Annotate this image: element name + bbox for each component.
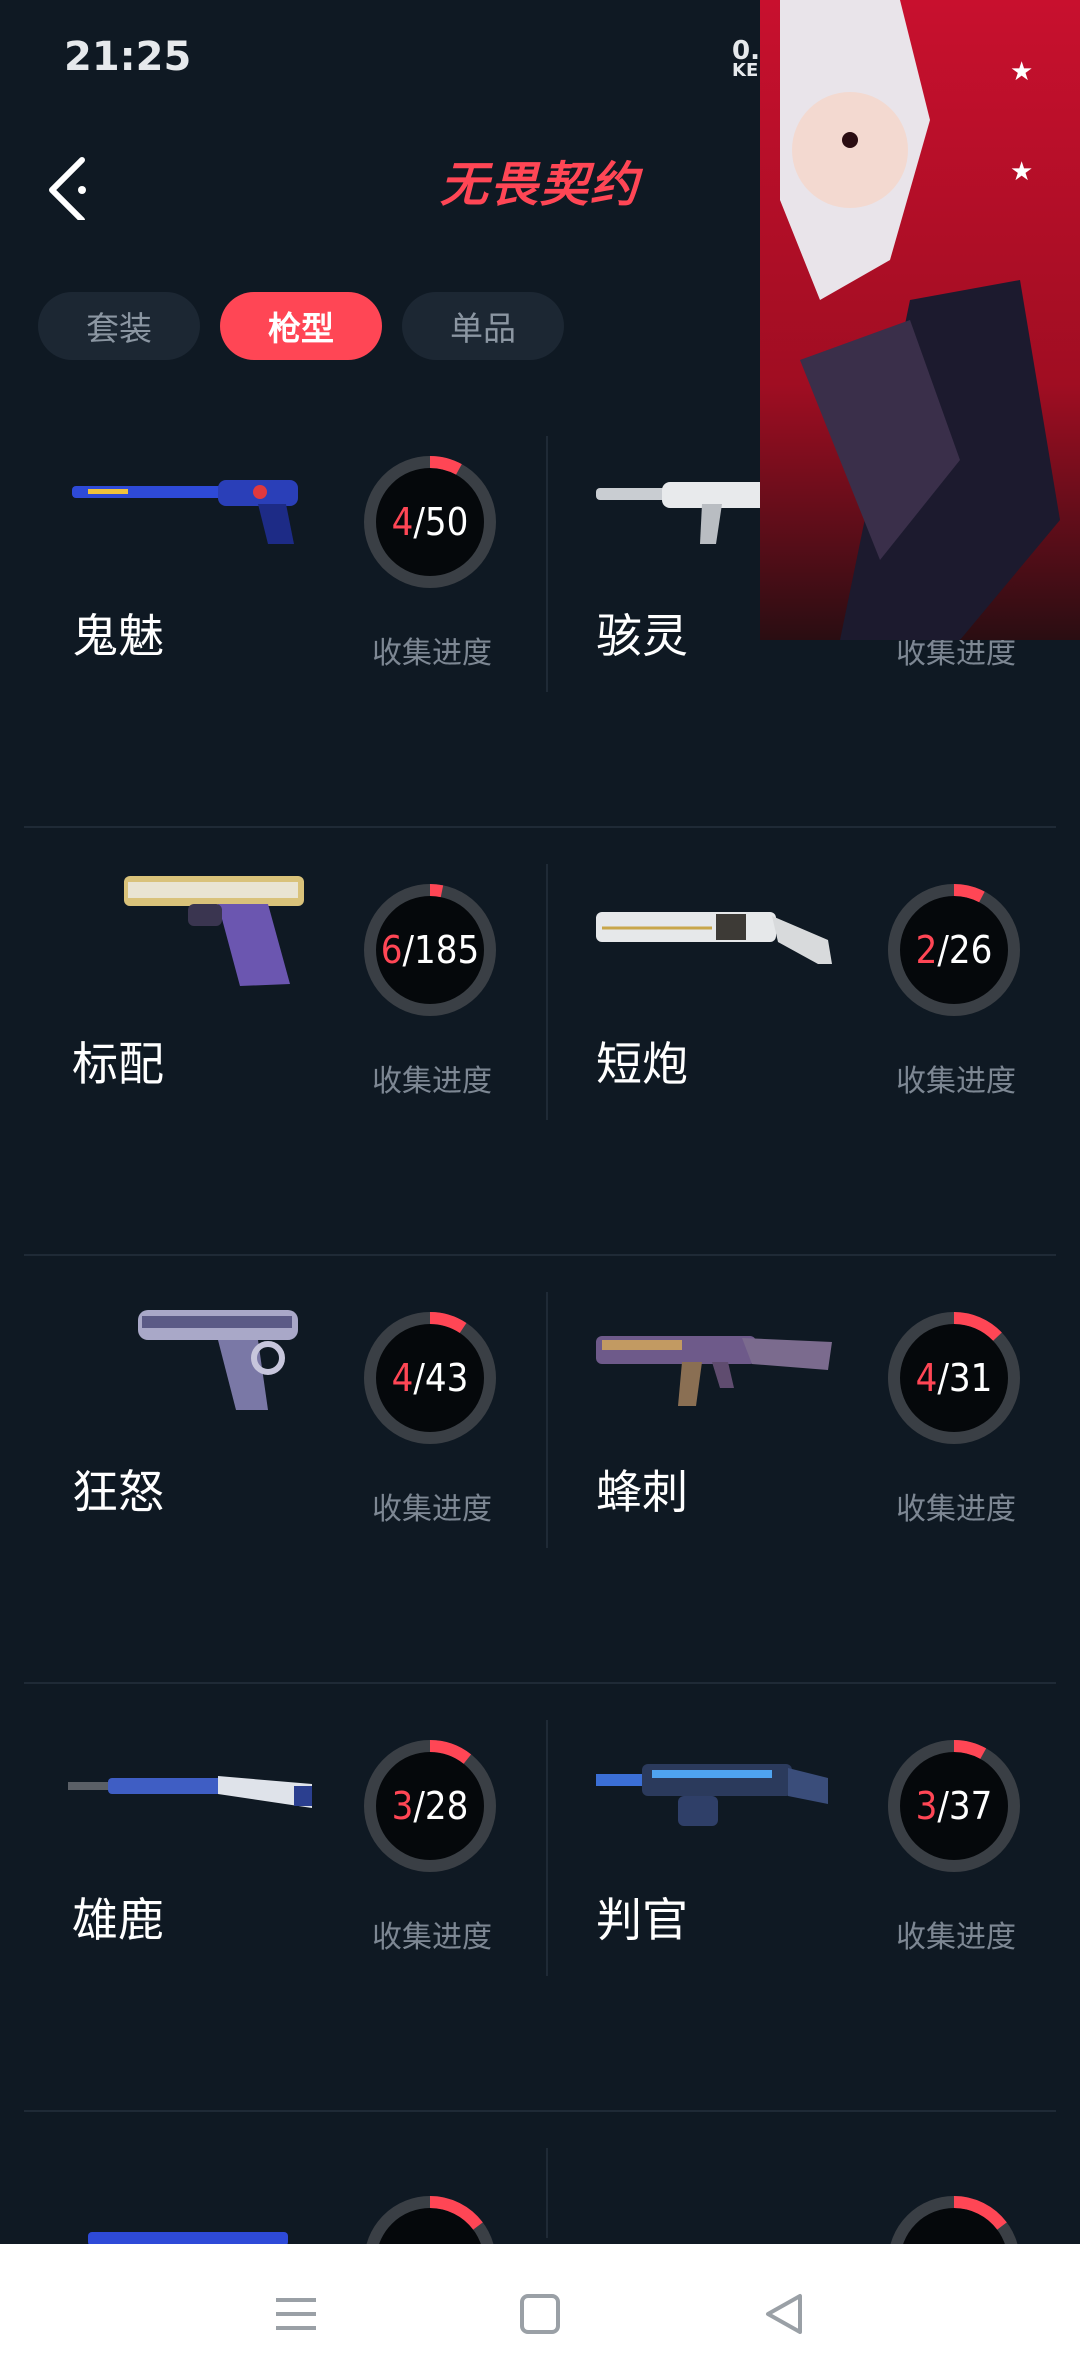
progress-ring: 3/28 (360, 1736, 500, 1876)
gun-card[interactable]: 2/26 短炮 收集进度 (548, 828, 1068, 1254)
page-title: 无畏契约 (439, 157, 640, 213)
gun-name: 骇灵 (596, 609, 688, 663)
back-button[interactable] (38, 150, 108, 223)
status-time: 21:25 (64, 34, 192, 80)
progress-ring (360, 2192, 500, 2252)
gun-name: 雄鹿 (72, 1893, 164, 1947)
collected-count: 2 (915, 928, 938, 972)
svg-text:★: ★ (1010, 157, 1033, 187)
progress-ring: 4/31 (884, 1308, 1024, 1448)
back-triangle-icon (766, 2294, 802, 2334)
gun-card[interactable] (24, 2112, 544, 2252)
collected-count: 6 (380, 928, 403, 972)
progress-ring: 4/43 (360, 1308, 500, 1448)
gun-image (68, 1296, 328, 1426)
total-count: 43 (424, 1356, 469, 1400)
gun-name: 短炮 (596, 1037, 688, 1091)
progress-label: 收集进度 (896, 1064, 1016, 1099)
gun-row: 6/185 标配 收集进度 2/26 短炮 收集进度 (24, 828, 1056, 1256)
collected-count: 3 (915, 1784, 938, 1828)
home-button[interactable] (510, 2284, 570, 2344)
gun-image (68, 1724, 328, 1854)
total-count: 50 (424, 500, 469, 544)
overlay-artwork[interactable]: ★ ★ (760, 0, 1080, 640)
menu-button[interactable] (266, 2284, 326, 2344)
collected-count: 4 (915, 1356, 938, 1400)
gun-image (68, 868, 328, 998)
tab-gun-types[interactable]: 枪型 (220, 292, 382, 360)
total-count: 31 (948, 1356, 993, 1400)
collected-count: 4 (391, 1356, 414, 1400)
gun-card[interactable]: 3/28 雄鹿 收集进度 (24, 1684, 544, 2110)
chevron-left-icon (49, 157, 86, 223)
gun-image (592, 1724, 852, 1854)
gun-name: 蜂刺 (596, 1465, 688, 1519)
gun-row (24, 2112, 1056, 2252)
progress-label: 收集进度 (896, 1920, 1016, 1955)
category-tabs: 套装 枪型 单品 (38, 292, 564, 364)
gun-card[interactable]: 3/37 判官 收集进度 (548, 1684, 1068, 2110)
gun-name: 狂怒 (72, 1465, 164, 1519)
gun-image (68, 440, 328, 570)
progress-label: 收集进度 (372, 1492, 492, 1527)
gun-card[interactable]: 4/31 蜂刺 收集进度 (548, 1256, 1068, 1682)
progress-label: 收集进度 (896, 1492, 1016, 1527)
gun-row: 3/28 雄鹿 收集进度 3/37 判官 收集进度 (24, 1684, 1056, 2112)
gun-name: 鬼魅 (72, 609, 164, 663)
menu-icon (276, 2298, 316, 2330)
network-speed-unit: KE (732, 60, 759, 82)
gun-card[interactable] (548, 2112, 1068, 2252)
collected-count: 4 (391, 500, 414, 544)
gun-card[interactable]: 4/50 鬼魅 收集进度 (24, 400, 544, 826)
progress-ring (884, 2192, 1024, 2252)
total-count: 26 (948, 928, 993, 972)
total-count: 28 (424, 1784, 469, 1828)
progress-label: 收集进度 (372, 636, 492, 671)
total-count: 37 (948, 1784, 993, 1828)
total-count: 185 (414, 928, 480, 972)
gun-name: 标配 (72, 1037, 164, 1091)
gun-image (592, 1296, 852, 1426)
gun-card[interactable]: 4/43 狂怒 收集进度 (24, 1256, 544, 1682)
system-nav-bar (0, 2244, 1080, 2376)
tab-items[interactable]: 单品 (402, 292, 564, 360)
svg-text:★: ★ (1010, 57, 1033, 87)
progress-label: 收集进度 (372, 1920, 492, 1955)
tab-sets[interactable]: 套装 (38, 292, 200, 360)
progress-ring: 2/26 (884, 880, 1024, 1020)
progress-ring: 3/37 (884, 1736, 1024, 1876)
progress-ring: 4/50 (360, 452, 500, 592)
back-nav-button[interactable] (754, 2284, 814, 2344)
gun-grid: 4/50 鬼魅 收集进度 骇灵 收集进度 6 / 185 标配 收集进度 2 /… (0, 400, 1080, 2252)
gun-image (592, 868, 852, 998)
network-speed: 0. KE (732, 38, 760, 82)
gun-row: 4/43 狂怒 收集进度 4/31 蜂刺 收集进度 (24, 1256, 1056, 1684)
collected-count: 3 (391, 1784, 414, 1828)
progress-label: 收集进度 (372, 1064, 492, 1099)
gun-name: 判官 (596, 1893, 688, 1947)
progress-ring: 6/185 (360, 880, 500, 1020)
home-icon (520, 2294, 560, 2334)
gun-card[interactable]: 6/185 标配 收集进度 (24, 828, 544, 1254)
